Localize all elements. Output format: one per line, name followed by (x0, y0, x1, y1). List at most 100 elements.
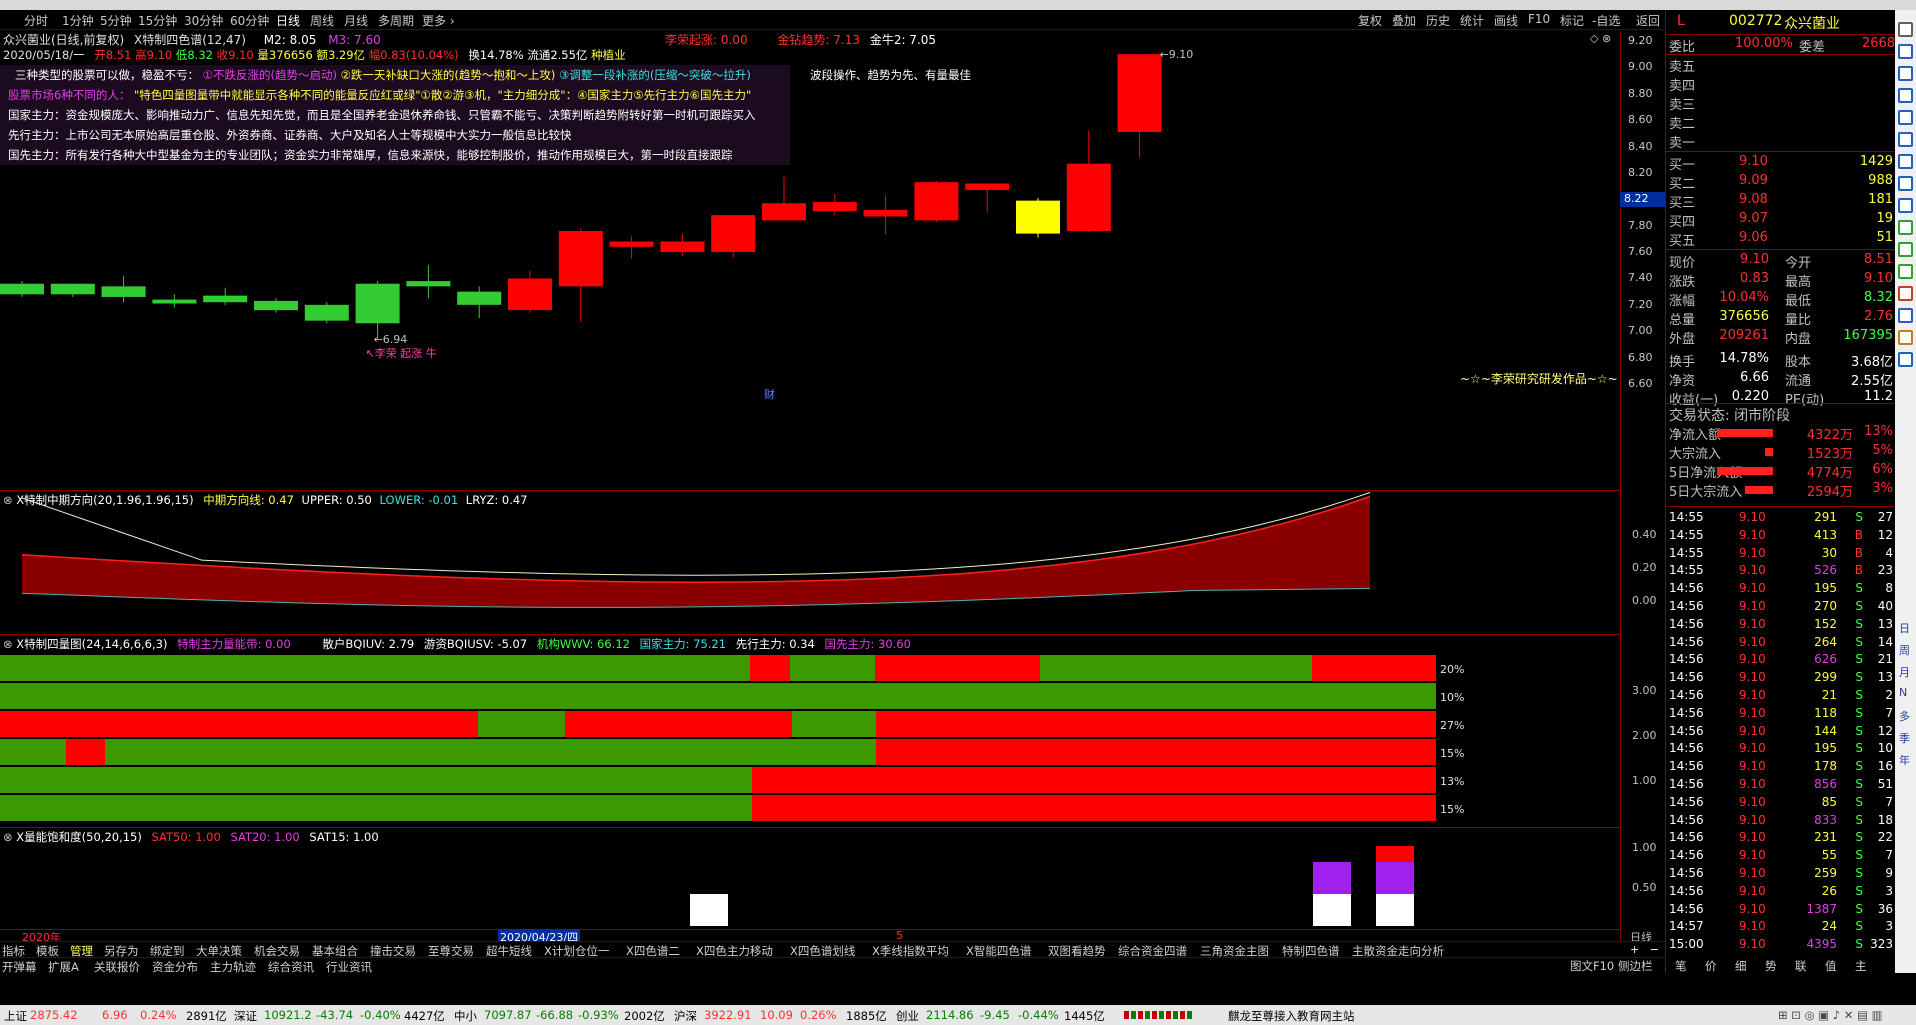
panel-tab-2[interactable]: 笔 (1675, 958, 1687, 974)
buy-level-label: 买四 (1669, 215, 1696, 230)
quote-panel: L 002772 众兴菌业 委比 100.00% 委差 2668 卖五 卖四 卖三卖… (1665, 10, 1896, 973)
toolbar-tongji[interactable]: 统计 (1460, 12, 1484, 29)
tick-volume: 299 (1814, 670, 1837, 685)
collapse-icon[interactable]: ⊗ (3, 830, 13, 844)
side-tool-icon[interactable] (1898, 330, 1913, 345)
side-tool-icon[interactable] (1898, 264, 1913, 279)
toolbar-fuquan[interactable]: 复权 (1358, 12, 1382, 29)
toolbar-fanhui[interactable]: 返回 (1636, 12, 1660, 29)
stat-label: 最高 (1785, 275, 1812, 290)
side-tool-icon[interactable] (1898, 132, 1913, 147)
panel-tab-1[interactable]: 侧边栏 (1618, 958, 1653, 974)
pane-divider-3 (0, 827, 1620, 828)
tab-period-2[interactable]: 5分钟 (100, 12, 132, 29)
cy-label: 创业 (896, 1009, 919, 1023)
tick-price: 9.10 (1739, 705, 1766, 720)
zoom-controls[interactable]: + − (1630, 943, 1659, 956)
side-period-3[interactable]: N (1899, 686, 1907, 699)
buy-level-label: 买五 (1669, 234, 1696, 249)
tab-period-1[interactable]: 1分钟 (62, 12, 94, 29)
tab-period-3[interactable]: 15分钟 (138, 12, 177, 29)
side-tool-icon[interactable] (1898, 176, 1913, 191)
pane3-v3: 游资BQIUSV: -5.07 (423, 637, 528, 651)
window-top-strip (0, 0, 1916, 10)
flow-pct: 6% (1872, 462, 1893, 477)
panel-tab-4[interactable]: 细 (1735, 958, 1747, 974)
tick-row: 14:55 9.10 526 B 23 (1669, 562, 1893, 580)
toolbar-lishi[interactable]: 历史 (1426, 12, 1450, 29)
side-tool-icon[interactable] (1898, 308, 1913, 323)
stat-label: 量比 (1785, 313, 1812, 328)
side-tool-icon[interactable] (1898, 220, 1913, 235)
volume-band-segment (876, 711, 1436, 737)
band-pct-label: 20% (1440, 663, 1464, 676)
zx-pct: -0.93% (578, 1008, 619, 1022)
panel-tab-3[interactable]: 价 (1705, 958, 1717, 974)
tick-volume: 152 (1814, 616, 1837, 631)
tab-period-0[interactable]: 分时 (24, 12, 48, 29)
toolbar-zixuan[interactable]: -自选 (1592, 12, 1620, 29)
tray-icons[interactable]: ⊞ ⊡ ◎ ▣ ♪ ✕ ▤ ▥ (1778, 1008, 1882, 1022)
tab-period-5[interactable]: 60分钟 (230, 12, 269, 29)
side-period-6[interactable]: 年 (1899, 752, 1910, 768)
kline-annotations: ←9.10 ←6.94↖李荣 起涨 牛 ~☆~李荣研究研发作品~☆~ 财 (366, 48, 1618, 401)
tick-price: 9.10 (1739, 670, 1766, 685)
side-tool-icon[interactable] (1898, 198, 1913, 213)
tick-price: 9.10 (1739, 652, 1766, 667)
tick-volume: 55 (1821, 848, 1837, 863)
hs-amount: 1885亿 (846, 1009, 887, 1023)
side-period-5[interactable]: 季 (1899, 730, 1910, 746)
pane3-v2: 散户BQIUV: 2.79 (322, 637, 415, 651)
tab-period-4[interactable]: 30分钟 (184, 12, 223, 29)
tab-period-9[interactable]: 多周期 (378, 12, 414, 29)
panel-tab-7[interactable]: 值 (1825, 958, 1837, 974)
panel-tab-5[interactable]: 势 (1765, 958, 1777, 974)
tick-row: 14:56 9.10 626 S 21 (1669, 651, 1893, 669)
side-period-0[interactable]: 日 (1899, 620, 1910, 636)
tick-row: 14:56 9.10 259 S 9 (1669, 865, 1893, 883)
side-tool-icon[interactable] (1898, 286, 1913, 301)
stat-label: 换手 (1669, 355, 1696, 370)
panel-tab-6[interactable]: 联 (1795, 958, 1807, 974)
side-period-2[interactable]: 月 (1899, 664, 1910, 680)
side-tool-icon[interactable] (1898, 22, 1913, 37)
side-tool-icon[interactable] (1898, 88, 1913, 103)
side-tool-icon[interactable] (1898, 44, 1913, 59)
chart-canvas[interactable]: ←9.10 ←6.94↖李荣 起涨 牛 ~☆~李荣研究研发作品~☆~ 财 20% 10%… (0, 31, 1665, 941)
side-period-4[interactable]: 多 (1899, 708, 1910, 724)
panel-tab-8[interactable]: 主 (1855, 958, 1867, 974)
tab-period-6[interactable]: 日线 (276, 12, 300, 29)
collapse-icon[interactable]: ⊗ (3, 637, 13, 651)
side-tool-icon[interactable] (1898, 110, 1913, 125)
panel-tab-0[interactable]: 图文F10 (1570, 958, 1614, 974)
side-tool-icon[interactable] (1898, 352, 1913, 367)
candle-body (50, 283, 95, 295)
tick-time: 14:55 (1669, 510, 1704, 524)
side-period-1[interactable]: 周 (1899, 642, 1910, 658)
kline-y-label: 6.60 (1628, 377, 1653, 390)
kline-y-label: 8.40 (1628, 139, 1653, 153)
candle-body (762, 203, 806, 221)
stat-label: 现价 (1669, 256, 1696, 271)
side-tool-icon[interactable] (1898, 66, 1913, 81)
buy-row: 买五 9.06 51 (1669, 230, 1893, 249)
tab-period-7[interactable]: 周线 (310, 12, 334, 29)
tick-side: S (1855, 937, 1863, 952)
candle-body (965, 183, 1010, 191)
stat-value: 2.76 (1864, 309, 1893, 324)
toolbar-huaxian[interactable]: 画线 (1494, 12, 1518, 29)
tab-period-8[interactable]: 月线 (344, 12, 368, 29)
side-tool-icon[interactable] (1898, 242, 1913, 257)
divider (1666, 403, 1896, 404)
toolbar-diejia[interactable]: 叠加 (1392, 12, 1416, 29)
tick-time: 14:56 (1669, 883, 1704, 898)
collapse-icon[interactable]: ⊗ (3, 493, 13, 507)
tab-period-10[interactable]: 更多 › (422, 12, 455, 29)
side-tool-icon[interactable] (1898, 154, 1913, 169)
pane2-v4: LRYZ: 0.47 (465, 493, 528, 507)
candle-body (1117, 54, 1162, 133)
tick-side: S (1855, 688, 1863, 702)
toolbar-f10[interactable]: F10 (1528, 12, 1550, 26)
tick-volume: 24 (1821, 919, 1837, 934)
toolbar-biaoji[interactable]: 标记 (1560, 12, 1584, 29)
